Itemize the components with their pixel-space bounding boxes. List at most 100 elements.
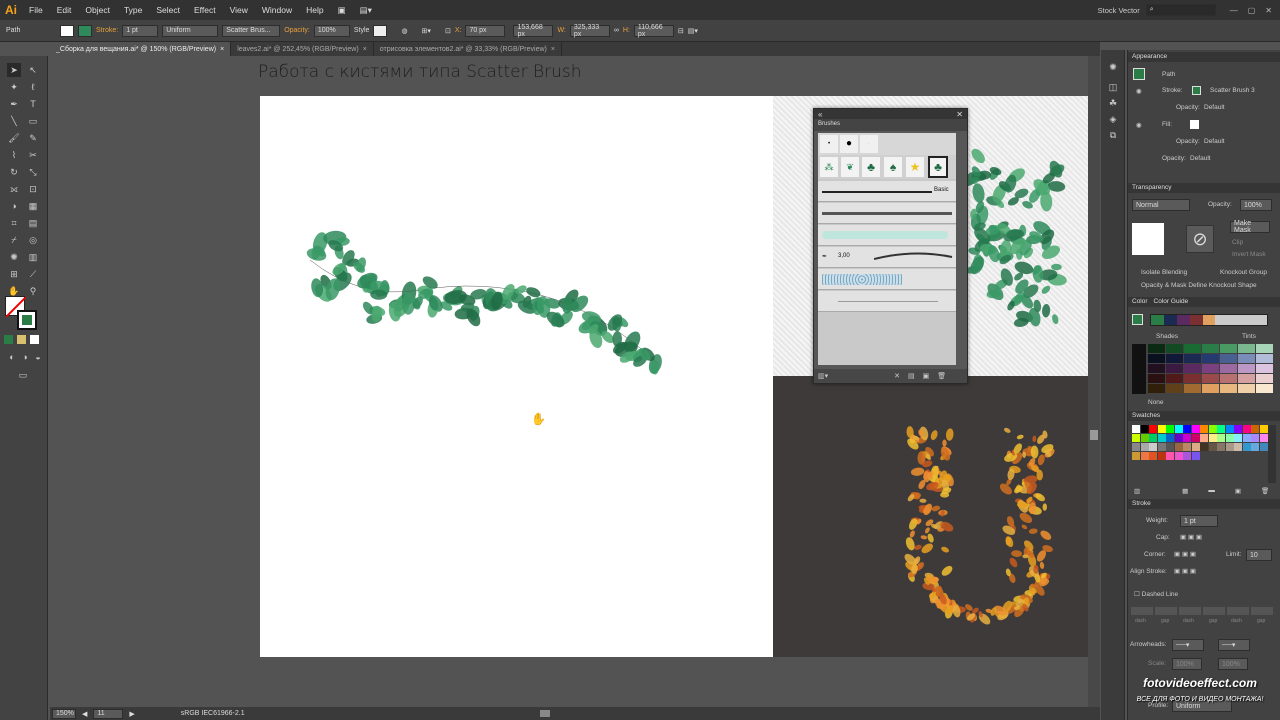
star-brush-icon[interactable]: ★ [906,157,924,177]
harmony-strip[interactable] [1150,314,1268,326]
swatch[interactable] [1149,434,1157,442]
menu-select[interactable]: Select [149,5,187,15]
arrange-icon[interactable]: ▤▾ [353,5,379,16]
tab-close-icon[interactable]: × [363,46,367,53]
tab-close-icon[interactable]: × [551,46,555,53]
draw-normal-icon[interactable]: ◐ [5,350,19,364]
line-tool-icon[interactable]: ╲ [7,114,21,128]
paintbrush-tool-icon[interactable]: 🖌 [7,131,21,145]
swatch[interactable] [1149,425,1157,433]
swatch[interactable] [1225,425,1234,433]
swatch[interactable] [1174,425,1183,433]
w-field[interactable]: 325,333 px [569,24,610,38]
menu-edit[interactable]: Edit [50,5,79,15]
draw-inside-icon[interactable]: ◒ [31,350,45,364]
swatch-kind-icon[interactable]: ▦ [1182,487,1188,495]
art-brush-row-3[interactable]: ✒ 3,00 [818,247,956,268]
knockout-group-checkbox[interactable]: Knockout Group [1220,269,1267,276]
style-swatch[interactable] [373,24,388,37]
guide-swatch[interactable] [1256,384,1273,393]
swatch[interactable] [1200,443,1208,451]
scatter-brush-4-icon[interactable]: ♠ [884,157,902,177]
swatch-folder-icon[interactable]: ▬ [1208,487,1215,495]
art-brush-row-2[interactable] [818,225,956,246]
swatch[interactable] [1200,434,1208,442]
shape-builder-tool-icon[interactable]: ◑ [7,199,21,213]
swatch[interactable] [1174,443,1183,451]
swatch[interactable] [1183,434,1191,442]
pen-tool-icon[interactable]: ✒ [7,97,21,111]
swatch[interactable] [1259,425,1268,433]
swatch[interactable] [1140,434,1149,442]
guide-swatch[interactable] [1256,344,1273,353]
pattern-brush-row-1[interactable] [818,269,956,290]
guide-swatch[interactable] [1220,384,1237,393]
swatch[interactable] [1234,425,1242,433]
swatch-library-icon[interactable]: ▥ [1134,487,1140,495]
dot-light-icon[interactable]: · [860,135,878,153]
swatch[interactable] [1234,434,1242,442]
transparency-opacity-field[interactable]: 100% [1240,199,1272,211]
swatch[interactable] [1234,443,1242,451]
tab-doc-2[interactable]: leaves2.ai* @ 252,45% (RGB/Preview) × [231,42,374,56]
swatch[interactable] [1208,434,1217,442]
h-scroll-thumb[interactable] [540,710,550,717]
menu-help[interactable]: Help [299,5,330,15]
minimize-icon[interactable]: — [1230,6,1238,15]
gradient-mode-button[interactable] [17,335,26,344]
remove-stroke-icon[interactable]: ✕ [894,372,900,380]
guide-swatch[interactable] [1220,374,1237,383]
guide-swatch[interactable] [1184,364,1201,373]
dot-large-icon[interactable]: ● [840,135,858,153]
opacity-field[interactable]: 100% [313,24,350,37]
guide-swatch[interactable] [1202,344,1219,353]
base-color-swatch[interactable] [1132,314,1143,325]
guide-swatch[interactable] [1166,354,1183,363]
none-mode-button[interactable] [30,335,39,344]
swatch[interactable] [1166,443,1174,451]
swatch[interactable] [1259,443,1268,451]
artboard-field[interactable]: 11 [93,708,124,719]
menu-object[interactable]: Object [78,5,117,15]
next-artboard-icon[interactable]: ▶ [129,710,134,718]
appearance-header[interactable]: Appearance [1128,52,1280,62]
y-field[interactable]: 153,668 px [513,24,554,38]
eyedropper-tool-icon[interactable]: ⌿ [7,233,21,247]
swatch[interactable] [1132,452,1140,460]
menu-window[interactable]: Window [255,5,299,15]
scale-tool-icon[interactable]: ⤡ [26,165,40,179]
brush-options-icon[interactable]: ▤ [908,372,915,380]
eraser-tool-icon[interactable]: ✂ [26,148,40,162]
graphic-styles-strip-icon[interactable]: ◫ [1106,80,1120,94]
workspace-switcher[interactable]: Stock Vector [1098,6,1140,15]
swatch[interactable] [1132,425,1140,433]
guide-swatch[interactable] [1256,374,1273,383]
align-icon[interactable]: ⊞▾ [422,27,431,35]
swatch[interactable] [1242,425,1251,433]
green-leaf-scatter-stroke[interactable] [300,220,680,390]
appearance-fill-swatch[interactable] [1190,120,1199,129]
stroke-swatch[interactable] [78,24,92,37]
guide-swatch[interactable] [1238,384,1255,393]
swatch[interactable] [1174,434,1183,442]
guide-swatch[interactable] [1148,364,1165,373]
opacity-label[interactable]: Opacity: [284,27,310,34]
scatter-brush-2-icon[interactable]: ❦ [841,157,859,177]
color-mode-button[interactable] [4,335,13,344]
brush-libraries-icon[interactable]: ▥▾ [818,372,828,380]
close-icon[interactable]: ✕ [1265,6,1272,15]
x-field[interactable]: 70 px [465,24,506,37]
menu-type[interactable]: Type [117,5,149,15]
rectangle-tool-icon[interactable]: ▭ [26,114,40,128]
guide-swatch[interactable] [1148,374,1165,383]
scatter-brush-selected-icon[interactable]: ♣ [928,156,948,178]
brushes-panel[interactable]: « ✕ Brushes • ● · ⁂ ❦ ♣ ♠ ★ ♣ Basic ✒ 3,0… [813,108,968,384]
new-swatch-icon[interactable]: ▣ [1235,487,1241,495]
swatch[interactable] [1217,425,1225,433]
appearance-opacity-label[interactable]: Opacity: [1176,104,1200,111]
swatch[interactable] [1242,443,1251,451]
appearance-fill-opacity-label[interactable]: Opacity: [1176,138,1200,145]
art-brush-row-1[interactable] [818,203,956,224]
width-tool-icon[interactable]: ⟗ [7,182,21,196]
swatch[interactable] [1157,425,1166,433]
